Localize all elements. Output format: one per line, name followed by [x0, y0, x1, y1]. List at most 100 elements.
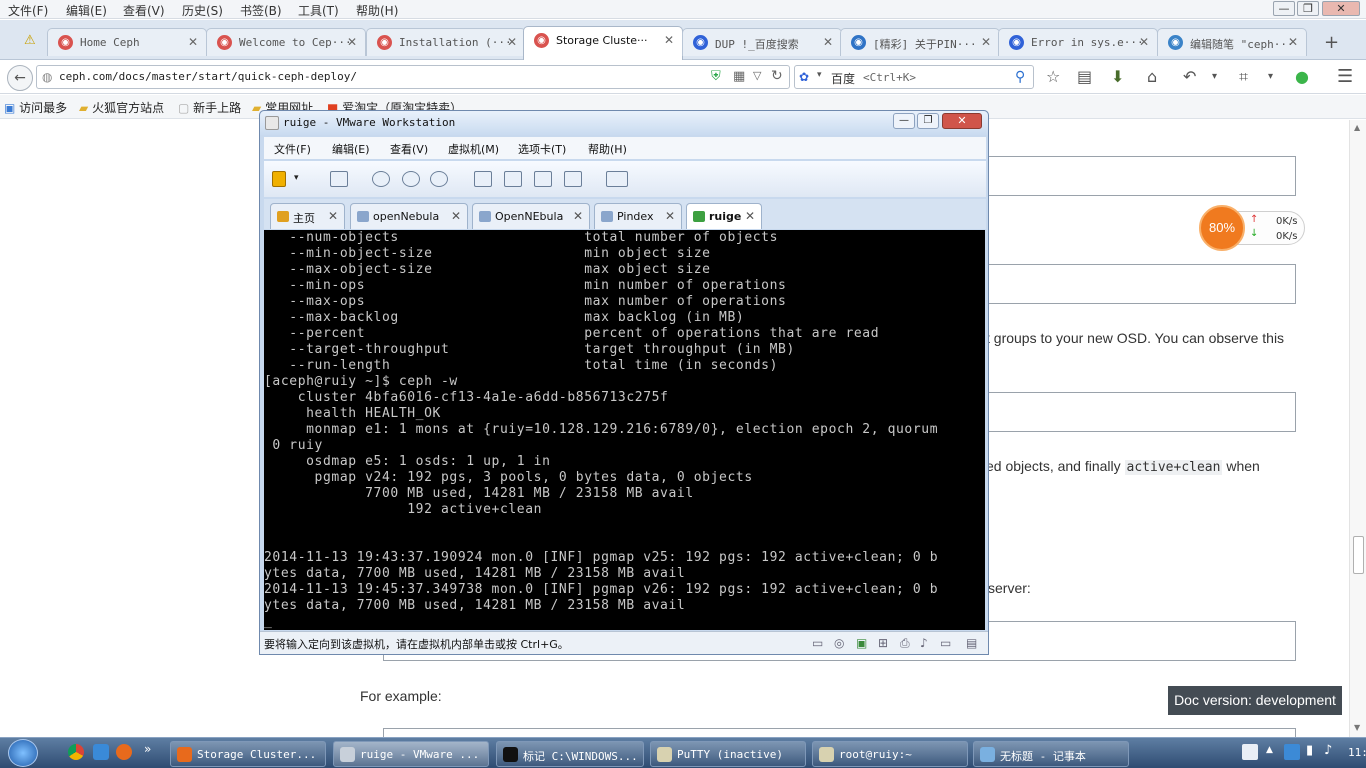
browser-tab[interactable]: ◉ Home Ceph ✕: [47, 28, 207, 56]
tray-expand-icon[interactable]: ▲: [1266, 745, 1273, 755]
download-icon[interactable]: ⬇: [1111, 69, 1124, 85]
vm-menu-view[interactable]: 查看(V): [390, 141, 428, 157]
vm-tab-opennebula-2[interactable]: OpenNEbula ✕: [472, 203, 590, 229]
bookmark-getting-started[interactable]: ▢ 新手上路: [178, 99, 241, 116]
scrollbar-thumb[interactable]: [1353, 536, 1364, 574]
menu-history[interactable]: 历史(S): [182, 2, 223, 19]
browser-tab[interactable]: ◉ Installation (··· ✕: [366, 28, 526, 56]
revert-snapshot-icon[interactable]: [402, 171, 420, 187]
browser-tab[interactable]: ◉ Welcome to Cep··· ✕: [206, 28, 366, 56]
display-icon[interactable]: ▭: [940, 636, 951, 650]
close-tab-icon[interactable]: ✕: [664, 33, 674, 47]
sound-icon[interactable]: ♪: [920, 636, 928, 650]
cdrom-icon[interactable]: ◎: [834, 636, 844, 650]
url-bar[interactable]: ◍ ceph.com/docs/master/start/quick-ceph-…: [36, 65, 790, 89]
usb-icon[interactable]: ⊞: [878, 636, 888, 650]
vm-menu-file[interactable]: 文件(F): [274, 141, 311, 157]
ie-icon[interactable]: [93, 744, 109, 760]
reading-list-icon[interactable]: ▤: [1077, 69, 1092, 85]
close-tab-icon[interactable]: ✕: [981, 35, 991, 49]
tray-app-icon[interactable]: [1284, 744, 1300, 760]
page-scrollbar[interactable]: ▲ ▼: [1349, 120, 1366, 737]
vm-close-button[interactable]: ✕: [942, 113, 982, 129]
minimize-button[interactable]: —: [1273, 1, 1295, 16]
chevron-down-icon[interactable]: ▾: [817, 70, 822, 80]
snapshot-manager-icon[interactable]: [430, 171, 448, 187]
taskbar-item[interactable]: 标记 C:\WINDOWS...: [496, 741, 644, 767]
search-icon[interactable]: ⚲: [1015, 69, 1025, 85]
send-ctrl-alt-del-icon[interactable]: [330, 171, 348, 187]
close-window-button[interactable]: ✕: [1322, 1, 1360, 16]
menu-help[interactable]: 帮助(H): [356, 2, 398, 19]
new-tab-button[interactable]: +: [1324, 32, 1339, 53]
close-tab-icon[interactable]: ✕: [188, 35, 198, 49]
taskbar-item[interactable]: 无标题 - 记事本: [973, 741, 1129, 767]
doc-version-badge[interactable]: Doc version: development: [1168, 686, 1342, 715]
network-tray-icon[interactable]: ▮: [1306, 743, 1313, 758]
scroll-down-icon[interactable]: ▼: [1354, 723, 1360, 732]
chevron-down-icon[interactable]: ▾: [1268, 69, 1273, 85]
clock[interactable]: 11:46: [1348, 746, 1366, 759]
close-icon[interactable]: ✕: [665, 209, 675, 223]
browser-tab[interactable]: ◉ 编辑随笔 "ceph··· ✕: [1157, 28, 1307, 56]
menu-file[interactable]: 文件(F): [8, 2, 48, 19]
vm-restore-button[interactable]: ❐: [917, 113, 939, 129]
browser-tab[interactable]: ◉ Error in sys.e··· ✕: [998, 28, 1158, 56]
close-icon[interactable]: ✕: [573, 209, 583, 223]
printer-icon[interactable]: ⎙: [900, 636, 910, 651]
chat-icon[interactable]: ●: [1295, 69, 1309, 85]
chevron-down-icon[interactable]: ▾: [294, 173, 299, 183]
taskbar-item[interactable]: PuTTY (inactive): [650, 741, 806, 767]
close-icon[interactable]: ✕: [328, 209, 338, 223]
network-icon[interactable]: ▣: [856, 636, 867, 650]
menu-bookmarks[interactable]: 书签(B): [240, 2, 282, 19]
home-icon[interactable]: ⌂: [1147, 69, 1157, 85]
taskbar-item[interactable]: root@ruiy:~: [812, 741, 968, 767]
quick-switch-icon[interactable]: [504, 171, 522, 187]
close-tab-icon[interactable]: ✕: [507, 35, 517, 49]
bookmark-firefox-site[interactable]: ▰ 火狐官方站点: [79, 99, 164, 116]
crop-icon[interactable]: ⌗: [1239, 69, 1248, 85]
close-tab-icon[interactable]: ✕: [823, 35, 833, 49]
vm-minimize-button[interactable]: —: [893, 113, 915, 129]
undo-icon[interactable]: ↶: [1183, 69, 1196, 85]
close-tab-icon[interactable]: ✕: [1288, 35, 1298, 49]
full-screen-icon[interactable]: [534, 171, 552, 187]
vm-menu-edit[interactable]: 编辑(E): [332, 141, 370, 157]
close-tab-icon[interactable]: ✕: [347, 35, 357, 49]
snapshot-icon[interactable]: [372, 171, 390, 187]
firefox-icon[interactable]: [116, 744, 132, 760]
search-bar[interactable]: ✿ ▾ 百度 <Ctrl+K> ⚲: [794, 65, 1034, 89]
vm-menu-help[interactable]: 帮助(H): [588, 141, 627, 157]
taskbar-item[interactable]: Storage Cluster...: [170, 741, 326, 767]
vm-console[interactable]: --num-objects total number of objects --…: [264, 230, 985, 630]
start-button[interactable]: [8, 739, 38, 767]
console-view-icon[interactable]: [606, 171, 628, 187]
vmware-titlebar[interactable]: ruige - VMware Workstation — ❐ ✕: [260, 111, 988, 135]
network-speed-widget[interactable]: ↑ 0K/s ↓ 0K/s 80%: [1199, 205, 1305, 251]
vm-menu-vm[interactable]: 虚拟机(M): [448, 141, 499, 157]
vm-tab-pindex[interactable]: Pindex ✕: [594, 203, 682, 229]
close-tab-icon[interactable]: ✕: [1139, 35, 1149, 49]
pause-icon[interactable]: [272, 171, 286, 187]
vm-tab-home[interactable]: 主页 ✕: [270, 203, 345, 229]
menu-tools[interactable]: 工具(T): [298, 2, 339, 19]
dropdown-icon[interactable]: ▽: [753, 69, 761, 82]
vm-tab-ruige[interactable]: ruige ✕: [686, 203, 762, 229]
keyboard-icon[interactable]: [1242, 744, 1258, 760]
quicklaunch-overflow[interactable]: »: [144, 742, 151, 756]
volume-icon[interactable]: ♪: [1324, 743, 1332, 758]
browser-tab[interactable]: ◉ Storage Cluste··· ✕: [523, 26, 683, 60]
hdd-icon[interactable]: ▭: [812, 636, 823, 650]
browser-tab[interactable]: ◉ DUP !_百度搜索 ✕: [682, 28, 842, 56]
menu-icon[interactable]: ☰: [1337, 68, 1353, 86]
restore-button[interactable]: ❐: [1297, 1, 1319, 16]
chrome-icon[interactable]: [68, 744, 84, 760]
vm-menu-tabs[interactable]: 选项卡(T): [518, 141, 566, 157]
vm-tab-opennebula[interactable]: openNebula ✕: [350, 203, 468, 229]
show-library-icon[interactable]: [474, 171, 492, 187]
shield-icon[interactable]: ⛨: [711, 69, 721, 84]
reload-icon[interactable]: ↻: [771, 68, 783, 84]
close-icon[interactable]: ✕: [745, 209, 755, 223]
qrcode-icon[interactable]: ▦: [733, 69, 745, 84]
